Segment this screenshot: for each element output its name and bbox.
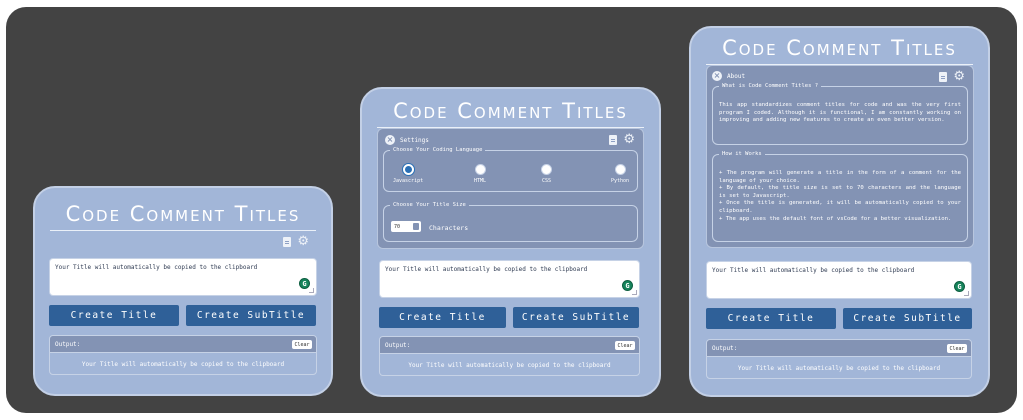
close-icon[interactable]: ×	[712, 71, 722, 81]
output-label: Output:	[712, 345, 738, 352]
radio-html[interactable]: HTML	[474, 164, 486, 184]
radio-css[interactable]: CSS	[541, 164, 552, 184]
radio-button[interactable]	[541, 164, 552, 175]
how-line: + The program will generate a title in t…	[719, 170, 961, 184]
title-size-unit: Characters	[429, 224, 469, 232]
clear-button[interactable]: Clear	[615, 341, 635, 350]
what-text: This app standardizes comment titles for…	[719, 102, 961, 124]
how-line: + By default, the title size is set to 7…	[719, 185, 961, 199]
create-title-button[interactable]: Create Title	[49, 305, 179, 326]
title-input[interactable]: Your Title will automatically be copied …	[379, 260, 640, 298]
output-header: Output: Clear	[707, 340, 971, 357]
output-header: Output: Clear	[50, 336, 316, 353]
radio-button[interactable]	[474, 164, 486, 175]
output-box: Output: Clear Your Title will automatica…	[706, 339, 972, 379]
output-box: Output: Clear Your Title will automatica…	[379, 336, 640, 376]
output-header: Output: Clear	[380, 337, 639, 354]
radio-label: HTML	[474, 178, 487, 184]
output-label: Output:	[385, 342, 411, 349]
output-box: Output: Clear Your Title will automatica…	[49, 335, 317, 375]
create-title-button[interactable]: Create Title	[379, 307, 506, 328]
resize-handle-icon[interactable]	[964, 291, 969, 296]
title-size-input[interactable]: 70	[391, 221, 421, 232]
radio-button[interactable]	[614, 164, 626, 175]
about-title: About	[727, 72, 746, 80]
output-label: Output:	[55, 341, 81, 348]
radio-label: Python	[611, 178, 630, 184]
title-input-placeholder: Your Title will automatically be copied …	[385, 266, 588, 273]
close-icon[interactable]: ×	[385, 135, 395, 145]
clear-button[interactable]: Clear	[292, 340, 312, 349]
resize-handle-icon[interactable]	[632, 290, 637, 295]
resize-handle-icon[interactable]	[309, 288, 314, 293]
output-text: Your Title will automatically be copied …	[737, 365, 941, 372]
output-text: Your Title will automatically be copied …	[408, 362, 611, 369]
title-input-placeholder: Your Title will automatically be copied …	[712, 267, 915, 274]
output-text: Your Title will automatically be copied …	[81, 361, 285, 368]
title-input[interactable]: Your Title will automatically be copied …	[49, 258, 317, 296]
how-line: + The app uses the default font of vsCod…	[719, 215, 952, 222]
create-subtitle-button[interactable]: Create SubTitle	[513, 307, 639, 328]
radio-label: Javascript	[393, 178, 424, 184]
how-legend: How it Works	[722, 151, 762, 157]
app-title: Code Comment Titles	[722, 36, 957, 60]
app-title: Code Comment Titles	[65, 202, 301, 226]
title-size-group: Choose Your Title Size	[383, 202, 638, 242]
about-doc-icon[interactable]	[283, 236, 292, 247]
settings-gear-icon[interactable]: ⚙	[297, 235, 309, 248]
create-title-button[interactable]: Create Title	[706, 308, 836, 329]
settings-panel: × Settings ⚙ Choose Your Coding Language…	[377, 128, 644, 249]
how-list: + The program will generate a title in t…	[719, 170, 961, 223]
toolbar-icons: ⚙	[283, 235, 309, 248]
create-subtitle-button[interactable]: Create SubTitle	[186, 305, 316, 326]
toolbar-icons: ⚙	[939, 70, 965, 83]
how-line: + Once the title is generated, it will b…	[719, 200, 961, 214]
title-input-placeholder: Your Title will automatically be copied …	[55, 264, 258, 271]
settings-gear-icon[interactable]: ⚙	[953, 70, 965, 83]
title-divider	[50, 230, 316, 231]
radio-button-selected[interactable]	[402, 164, 414, 175]
app-title: Code Comment Titles	[393, 99, 628, 123]
app-card-default: Code Comment Titles ⚙ Your Title will au…	[33, 186, 333, 396]
settings-title: Settings	[400, 136, 429, 144]
settings-gear-icon[interactable]: ⚙	[623, 133, 635, 146]
title-size-value: 70	[394, 223, 401, 230]
about-panel: × About ⚙ What is Code Comment Titles ? …	[706, 65, 974, 248]
radio-label: CSS	[541, 178, 552, 184]
language-legend: Choose Your Coding Language	[393, 147, 483, 153]
stepper-icon[interactable]	[413, 223, 419, 230]
app-card-settings: Code Comment Titles × Settings ⚙ Choose …	[360, 87, 661, 397]
radio-python[interactable]: Python	[611, 164, 629, 184]
app-card-about: Code Comment Titles × About ⚙ What is Co…	[689, 26, 990, 397]
settings-header: × Settings	[385, 135, 429, 145]
about-header: × About	[712, 71, 745, 81]
clear-button[interactable]: Clear	[947, 344, 967, 353]
what-legend: What is Code Comment Titles ?	[722, 83, 819, 89]
about-doc-icon[interactable]	[609, 134, 618, 145]
create-subtitle-button[interactable]: Create SubTitle	[843, 308, 972, 329]
about-doc-icon[interactable]	[939, 71, 948, 82]
title-size-legend: Choose Your Title Size	[393, 202, 466, 208]
radio-javascript[interactable]: Javascript	[393, 164, 423, 184]
title-input[interactable]: Your Title will automatically be copied …	[706, 261, 972, 299]
toolbar-icons: ⚙	[609, 133, 635, 146]
